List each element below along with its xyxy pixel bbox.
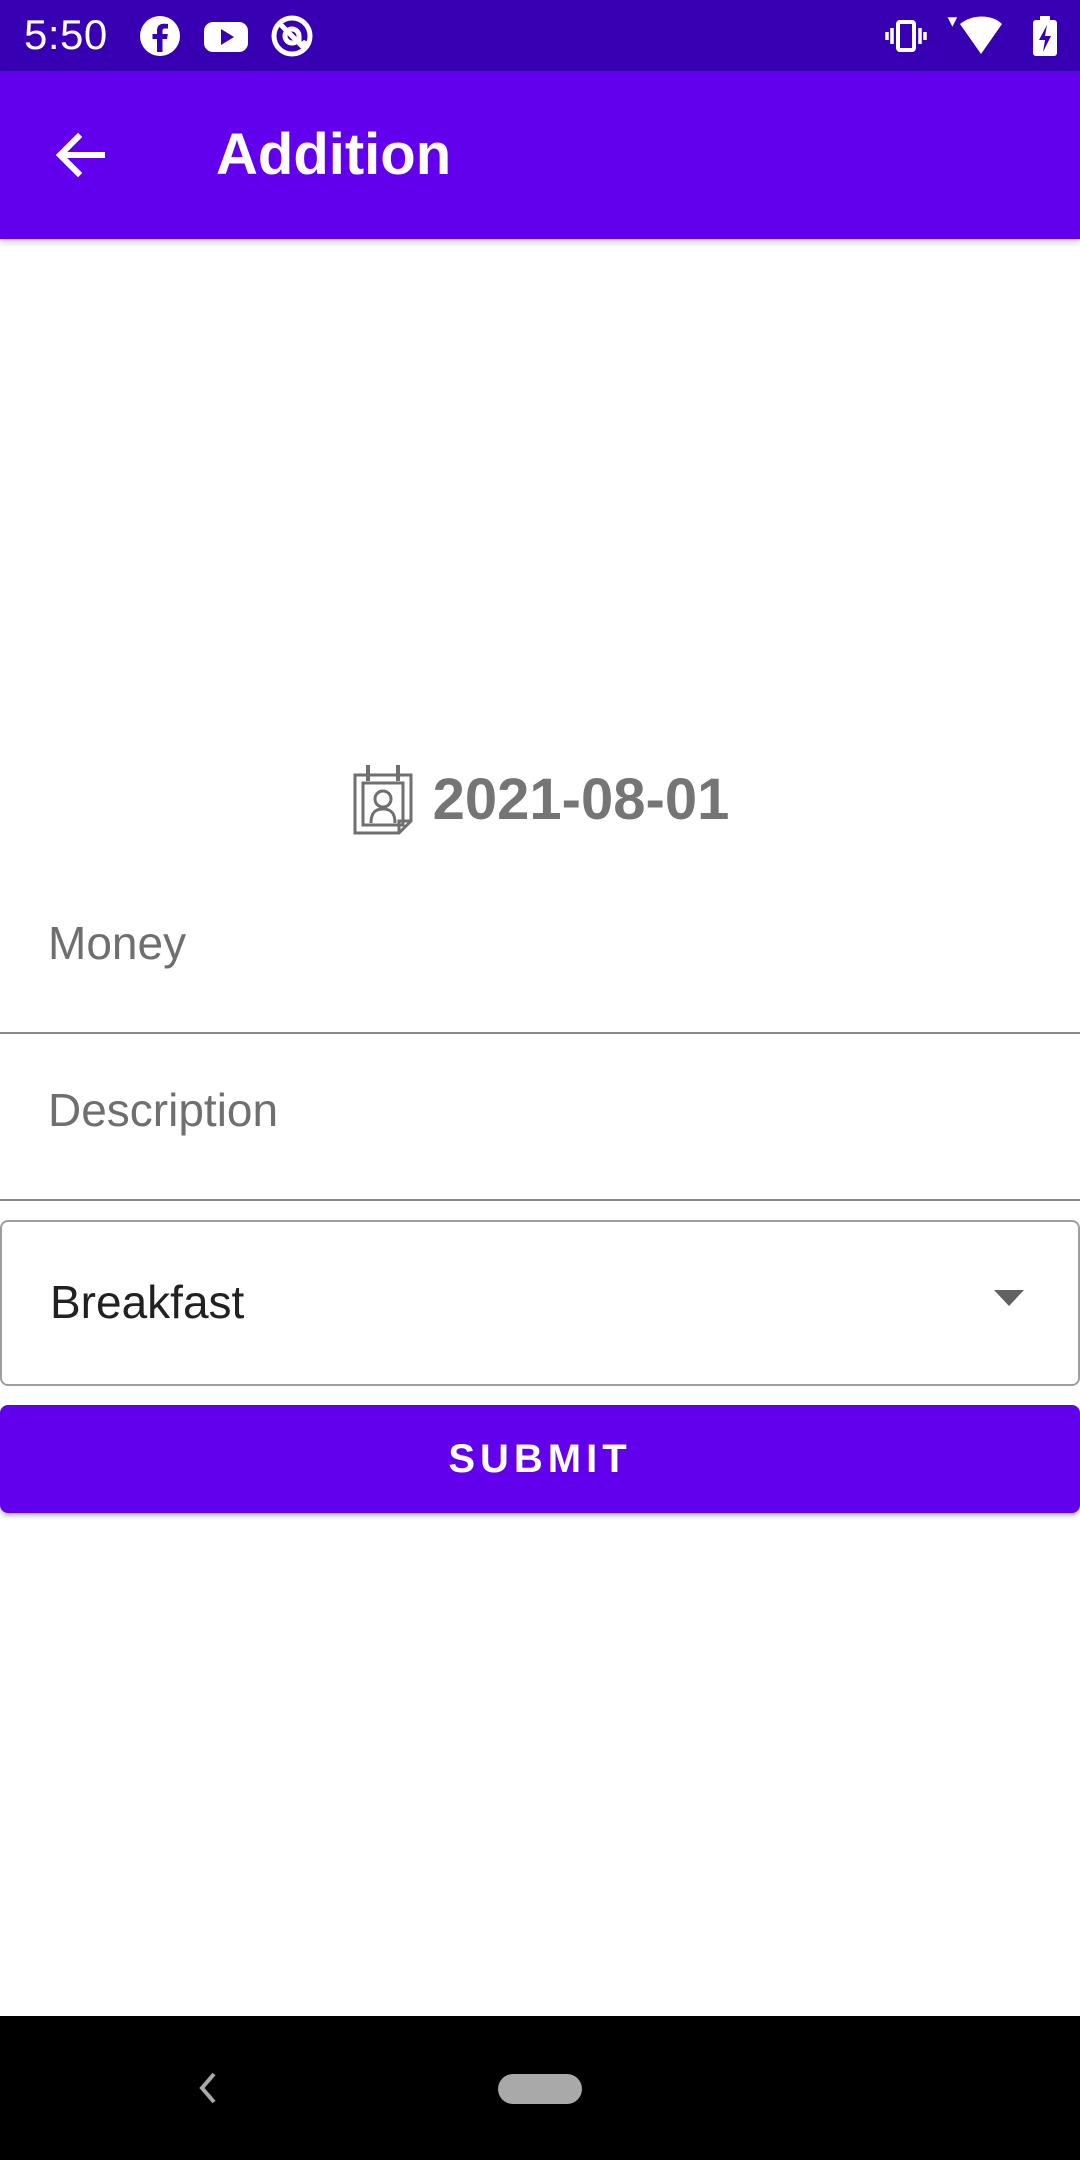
dropdown-arrow-icon [994, 1290, 1024, 1306]
app-bar: Addition [0, 71, 1080, 239]
youtube-icon [204, 22, 248, 52]
page-title: Addition [216, 122, 452, 187]
wifi-icon [947, 16, 1002, 54]
money-field[interactable] [0, 868, 1080, 1034]
back-button[interactable] [40, 115, 120, 195]
description-field[interactable] [0, 1035, 1080, 1201]
money-input[interactable] [48, 908, 1028, 978]
calendar-icon [353, 765, 413, 835]
status-time: 5:50 [24, 11, 108, 58]
screen: 5:50 Addition 2021-08-01 Money Descripti… [0, 0, 1080, 2160]
arrow-left-icon [55, 132, 105, 178]
nav-back-icon[interactable] [186, 2060, 232, 2116]
status-bar: 5:50 [0, 0, 1080, 71]
system-nav-bar [0, 2016, 1080, 2160]
date-value: 2021-08-01 [432, 766, 730, 832]
submit-button[interactable]: SUBMIT [0, 1405, 1080, 1513]
facebook-icon [140, 16, 180, 56]
date-picker[interactable]: 2021-08-01 [0, 754, 1080, 844]
battery-charging-icon [1033, 16, 1057, 56]
at-sign-icon [271, 15, 313, 57]
category-selected: Breakfast [50, 1276, 245, 1328]
description-input[interactable] [48, 1075, 1028, 1145]
category-dropdown[interactable]: Breakfast [0, 1220, 1080, 1386]
nav-home-pill[interactable] [498, 2074, 582, 2104]
vibrate-icon [885, 20, 927, 52]
